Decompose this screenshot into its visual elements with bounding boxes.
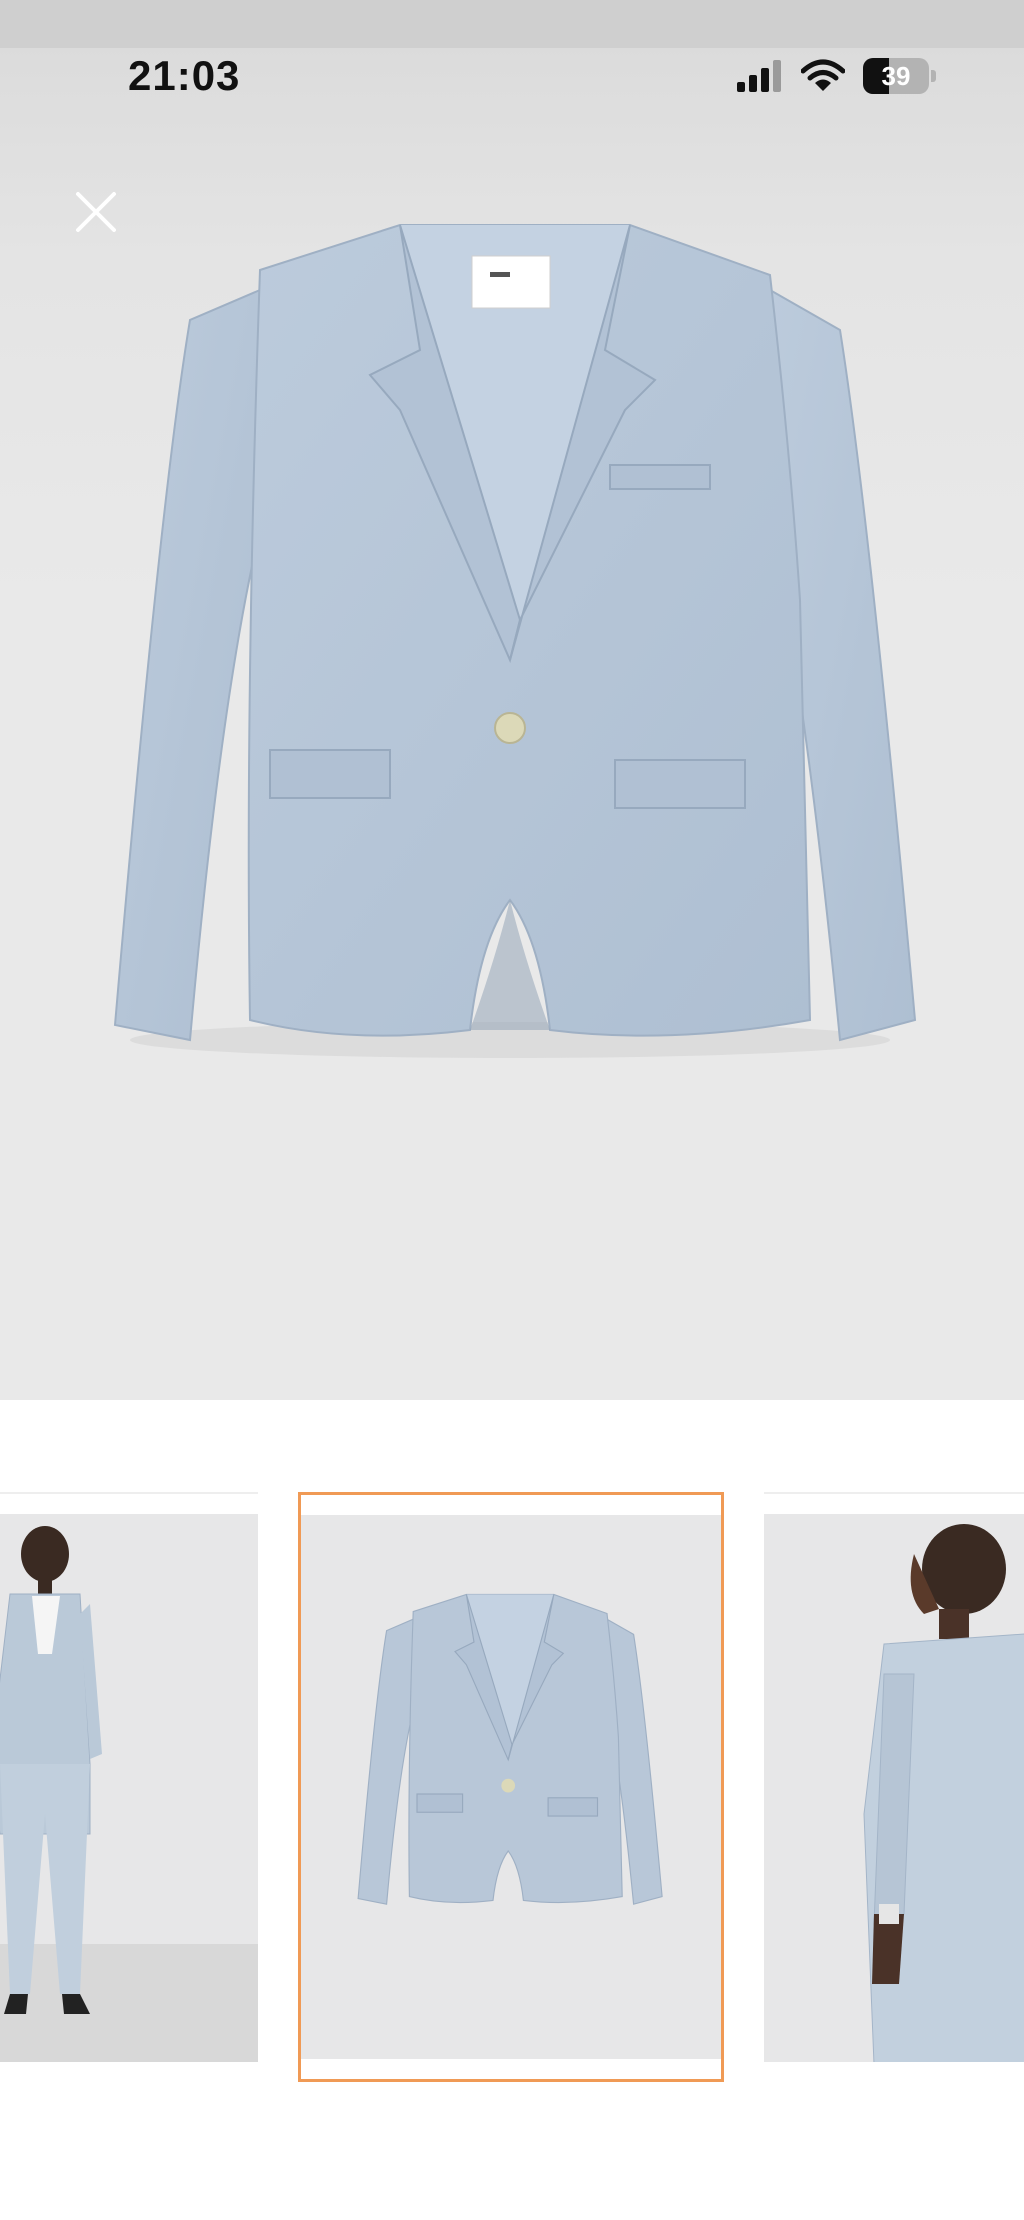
model-front-photo: [0, 1526, 258, 2062]
battery-cap: [931, 70, 936, 82]
thumbnail-strip: [0, 1480, 1024, 2100]
status-icons: 39: [737, 56, 936, 96]
thumbnail-model-side[interactable]: [764, 1492, 1024, 2082]
battery-icon: 39: [863, 58, 929, 94]
thumbnail-image-frame: [0, 1514, 258, 2062]
signal-icon: [737, 60, 781, 92]
thumbnail-blazer-flat[interactable]: [298, 1492, 724, 2082]
top-strip: [0, 0, 1024, 48]
status-bar: 21:03 39: [0, 48, 1024, 100]
model-side-photo: [863, 1524, 1024, 2062]
thumbnail-image-frame: [764, 1514, 1024, 2062]
thumbnail-model-front[interactable]: [0, 1492, 258, 2082]
blazer-flat-lay-photo: [357, 1593, 663, 1905]
thumbnail-image-frame: [301, 1515, 721, 2059]
wifi-icon: [801, 59, 845, 91]
status-time: 21:03: [128, 52, 241, 99]
image-viewer: 21:03 39: [0, 0, 1024, 1400]
battery-level-text: 39: [881, 60, 911, 91]
blazer-flat-lay-photo: [113, 224, 917, 1058]
